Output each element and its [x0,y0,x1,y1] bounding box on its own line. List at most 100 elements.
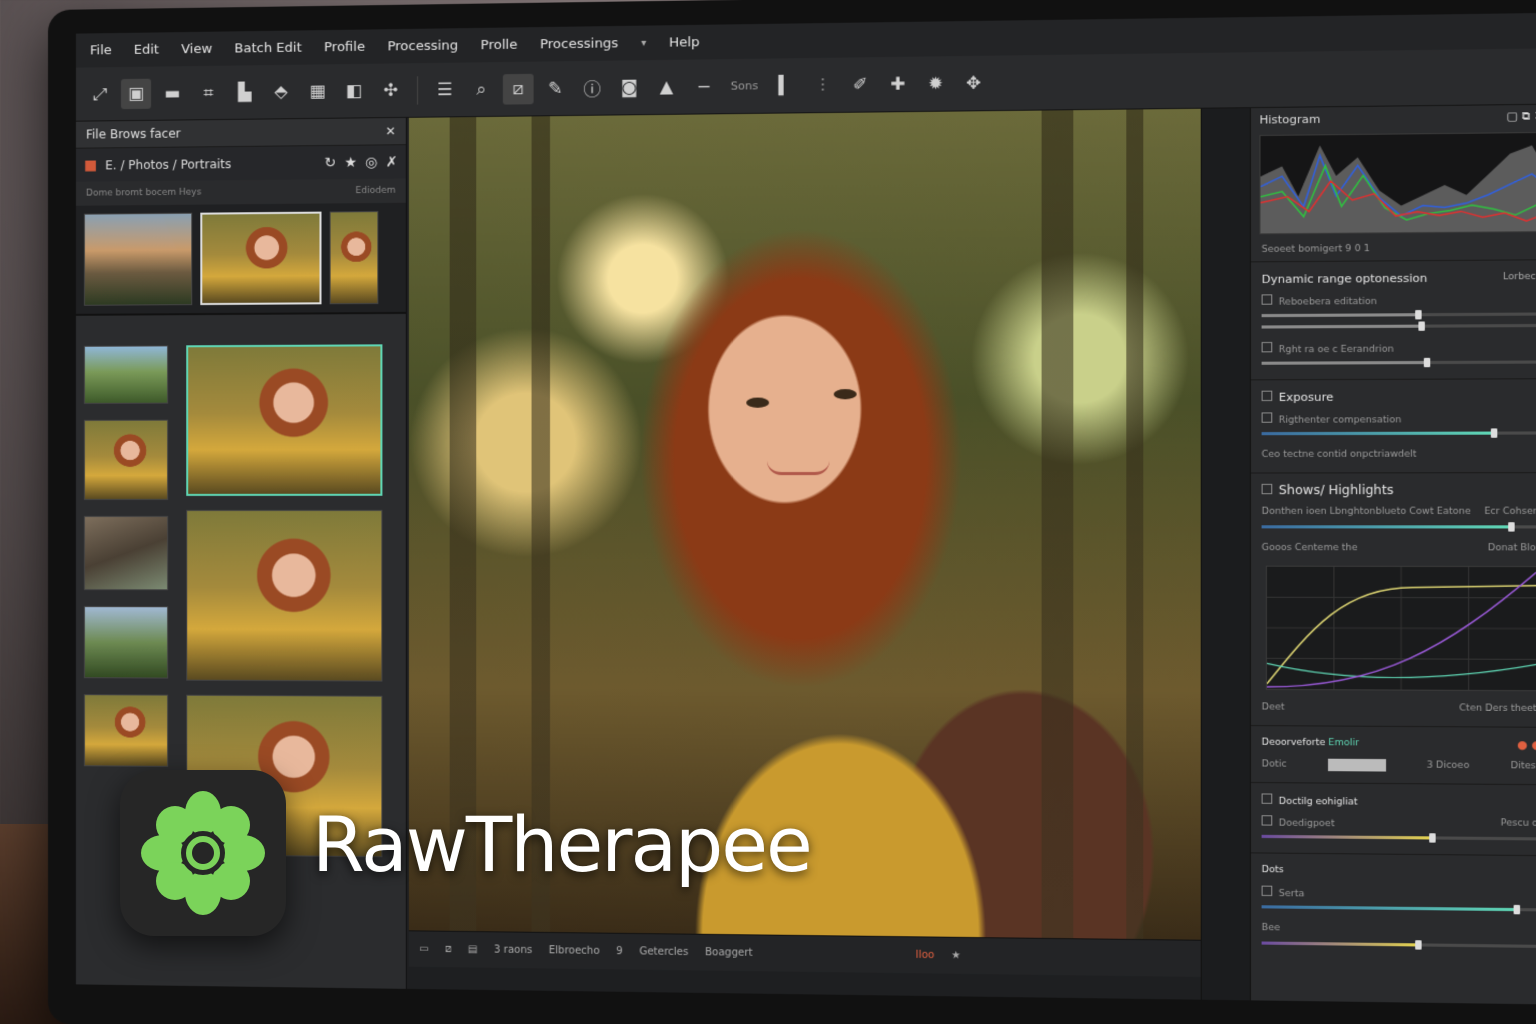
exposure-row: Ceo tectne contid onpctriawdelt [1262,443,1536,466]
drc-slider-3[interactable] [1261,357,1536,368]
histogram-caption-row: Seoeet bomigert 9 0 1 [1251,236,1536,261]
menu-batch-edit[interactable]: Batch Edit [234,40,301,56]
move-icon[interactable]: ✥ [958,68,990,99]
star-rating-icon[interactable]: ★ [951,950,960,961]
menu-processings[interactable]: Processings [540,36,618,52]
profile-dropdown[interactable]: Iloo [916,950,935,962]
image-icon[interactable]: ▣ [120,78,152,109]
crop-icon[interactable]: ⌗ [193,77,223,108]
sharpen-row-label: Doedigpoet [1278,817,1335,829]
sharpen-row: Doedigpoet Pescu ot [1261,810,1536,835]
checkbox[interactable] [1261,411,1273,423]
menu-profile[interactable]: Profile [324,39,365,55]
detail-header[interactable]: Deoorveforte Emolir ● ● [1262,732,1536,755]
sharpen-header[interactable]: Doctilg eohigliat [1261,789,1536,812]
filter-label[interactable]: Dome bromt bocem Heys [86,188,202,199]
detail-button[interactable]: Dotic [1262,759,1287,770]
drc-slider[interactable] [1261,310,1536,320]
color-slider-2[interactable] [1261,940,1536,950]
menu-file[interactable]: File [90,43,112,58]
color-header[interactable]: Dots [1262,860,1536,884]
pipette-icon[interactable]: ✎ [540,73,571,104]
camera-icon[interactable]: ◙ [614,72,645,103]
straighten-icon[interactable]: ⧄ [502,73,534,105]
gear-icon[interactable]: ✹ [920,68,951,99]
flower-logo-icon [141,791,265,915]
split-icon[interactable]: ▍ [770,70,801,101]
thumbnail[interactable] [83,606,169,679]
checkbox[interactable] [1261,814,1273,826]
histogram [1259,131,1536,235]
exposure-header[interactable]: Exposure [1261,386,1536,408]
file-browser-header: File Brows facer ✕ [75,117,406,148]
drc-section: Dynamic range optonession Lorbece Reboeb… [1250,259,1536,380]
checkbox[interactable] [1261,792,1273,804]
folder-icon[interactable]: ▬ [157,78,187,108]
drc-row: Reboebera editation [1261,287,1536,312]
tone-curve[interactable] [1266,566,1536,692]
close-icon[interactable]: ✕ [385,124,395,138]
checkbox[interactable] [1261,390,1273,401]
queue-icon[interactable]: ▙ [230,77,260,108]
sh-header[interactable]: Shows/ Highlights [1261,479,1536,500]
shadows-highlights-section: Shows/ Highlights Donthen ioen Lbnghtonb… [1250,472,1536,727]
warning-icon[interactable]: ▲ [651,71,682,102]
chevron-down-icon[interactable]: ▾ [641,37,646,48]
thumbnail[interactable] [200,211,322,306]
sh-slider[interactable] [1261,522,1536,532]
list-icon[interactable]: ☰ [429,74,460,105]
color-row: Bee [1262,917,1536,943]
thumbnail[interactable] [83,694,169,767]
thumbnail[interactable] [83,419,169,500]
thumbnail[interactable] [83,515,169,591]
menu-prolle[interactable]: Prolle [481,37,518,53]
info-icon[interactable]: ⓘ [577,72,608,103]
sharpen-slider[interactable] [1261,833,1536,843]
sh-row-sub: Donat Bloo [1487,543,1536,554]
fit-icon[interactable]: ▭ [419,944,429,955]
menu-help[interactable]: Help [669,35,700,51]
thumbnail[interactable] [83,345,169,404]
drc-mode[interactable]: Lorbece [1503,272,1536,283]
compare-icon[interactable]: ◧ [339,75,369,106]
star-icon[interactable]: ★ [344,154,357,170]
menu-processing[interactable]: Processing [387,38,458,54]
filter-right-label[interactable]: Ediodem [356,186,396,196]
zoom-label[interactable]: Sons [731,79,758,93]
grid-icon[interactable]: ▦ [302,76,332,107]
checkbox[interactable] [1261,341,1273,352]
thumbnail[interactable] [329,211,379,305]
checkbox[interactable] [1261,483,1273,495]
checkbox[interactable] [1261,293,1273,305]
menu-edit[interactable]: Edit [134,42,159,57]
thumbnail-column-small [83,345,170,783]
search-icon[interactable]: ⌕ [466,74,497,105]
menu-view[interactable]: View [181,41,212,56]
histogram-title: Histogram [1259,112,1321,127]
detail-title: Deoorveforte [1261,737,1326,749]
breadcrumb[interactable]: E. / Photos / Portraits [105,156,316,172]
detail-field[interactable] [1327,758,1386,772]
thumbnail-selected[interactable] [186,344,383,496]
globe-icon[interactable]: ◎ [365,154,377,170]
crop-toggle-icon[interactable]: ⧄ [445,944,452,955]
drc-header[interactable]: Dynamic range optonession Lorbece [1262,267,1536,290]
minus-icon[interactable]: − [688,71,719,102]
export-icon[interactable]: ⬘ [266,76,296,107]
paint-icon[interactable]: ✐ [845,69,876,100]
transform-icon[interactable]: ✣ [375,75,406,106]
refresh-icon[interactable]: ↻ [324,154,336,170]
tools-icon[interactable]: ✗ [386,154,398,170]
thumbnail[interactable] [186,509,383,682]
drc-slider-2[interactable] [1261,321,1536,331]
exposure-slider[interactable] [1261,428,1536,438]
color-slider[interactable] [1261,904,1536,915]
info-toggle-icon[interactable]: ▤ [468,944,478,955]
window-controls[interactable]: ▢ ⧉ ✕ [1507,109,1536,124]
heal-icon[interactable]: ✚ [882,68,913,99]
expand-icon[interactable]: ⤢ [85,79,115,109]
thumbnail[interactable] [83,212,193,306]
checkbox[interactable] [1261,885,1273,896]
status-mid[interactable]: Elbroecho [549,945,600,957]
align-icon[interactable]: ⫶ [807,69,838,100]
